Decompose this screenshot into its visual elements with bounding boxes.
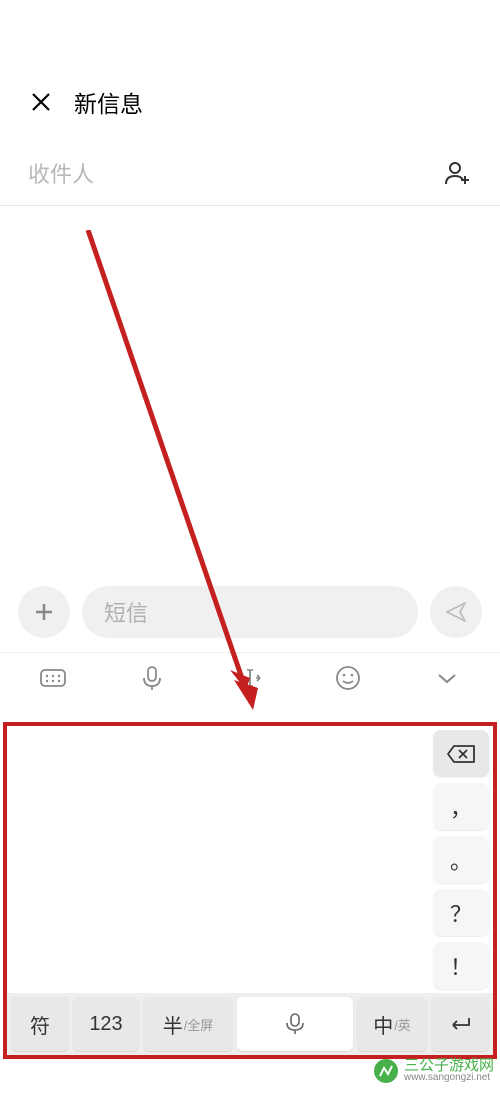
keyboard-main: ， 。 ？ ！ [7,726,493,993]
add-contact-icon [444,159,472,187]
enter-key[interactable] [431,997,489,1051]
enter-icon [447,1015,473,1033]
send-button[interactable] [430,586,482,638]
watermark: 三公子游戏网 www.sangongzi.net [374,1058,494,1083]
period-key[interactable]: 。 [433,836,489,883]
keyboard-panel: ， 。 ？ ！ 符 123 半/全屏 中/英 [3,722,497,1059]
cursor-button[interactable] [214,667,286,689]
keyboard-type-button[interactable] [17,666,89,690]
recipient-input[interactable]: 收件人 [28,157,444,189]
backspace-icon [446,744,476,764]
question-key[interactable]: ？ [433,889,489,936]
send-icon [444,600,468,624]
message-content [0,206,500,576]
lang-sub-label: /英 [394,1015,411,1034]
chevron-down-icon [436,671,458,685]
recipient-row[interactable]: 收件人 [0,139,500,206]
backspace-key[interactable] [433,730,489,777]
emoji-icon [335,665,361,691]
lang-label: 中 [373,1010,393,1039]
keyboard-bottom-row: 符 123 半/全屏 中/英 [7,993,493,1055]
add-contact-button[interactable] [444,159,472,187]
microphone-icon [141,665,163,691]
voice-space-icon [282,1012,308,1036]
half-full-key[interactable]: 半/全屏 [143,997,233,1051]
watermark-text-block: 三公子游戏网 www.sangongzi.net [404,1058,494,1083]
number-key[interactable]: 123 [73,997,139,1051]
space-key[interactable] [237,997,353,1051]
voice-input-button[interactable] [116,665,188,691]
attachment-button[interactable] [18,586,70,638]
keyboard-side-keys: ， 。 ？ ！ [433,726,493,993]
handwriting-area[interactable] [7,726,433,993]
language-key[interactable]: 中/英 [357,997,427,1051]
half-sub-label: /全屏 [184,1015,214,1034]
page-title: 新信息 [74,85,143,119]
close-button[interactable] [28,89,54,115]
half-label: 半 [163,1010,183,1039]
watermark-logo-icon [374,1059,398,1083]
watermark-title: 三公子游戏网 [404,1058,494,1073]
symbol-key[interactable]: 符 [11,997,69,1051]
collapse-keyboard-button[interactable] [411,671,483,685]
header: 新信息 [0,0,500,139]
close-icon [30,91,52,113]
emoji-button[interactable] [312,665,384,691]
keyboard-toolbar [0,652,500,705]
cursor-icon [236,667,264,689]
comma-key[interactable]: ， [433,783,489,830]
exclaim-key[interactable]: ！ [433,942,489,989]
plus-icon [32,600,56,624]
watermark-url: www.sangongzi.net [404,1073,494,1083]
message-input[interactable]: 短信 [82,586,418,638]
compose-bar: 短信 [0,576,500,652]
keyboard-icon [39,666,67,690]
